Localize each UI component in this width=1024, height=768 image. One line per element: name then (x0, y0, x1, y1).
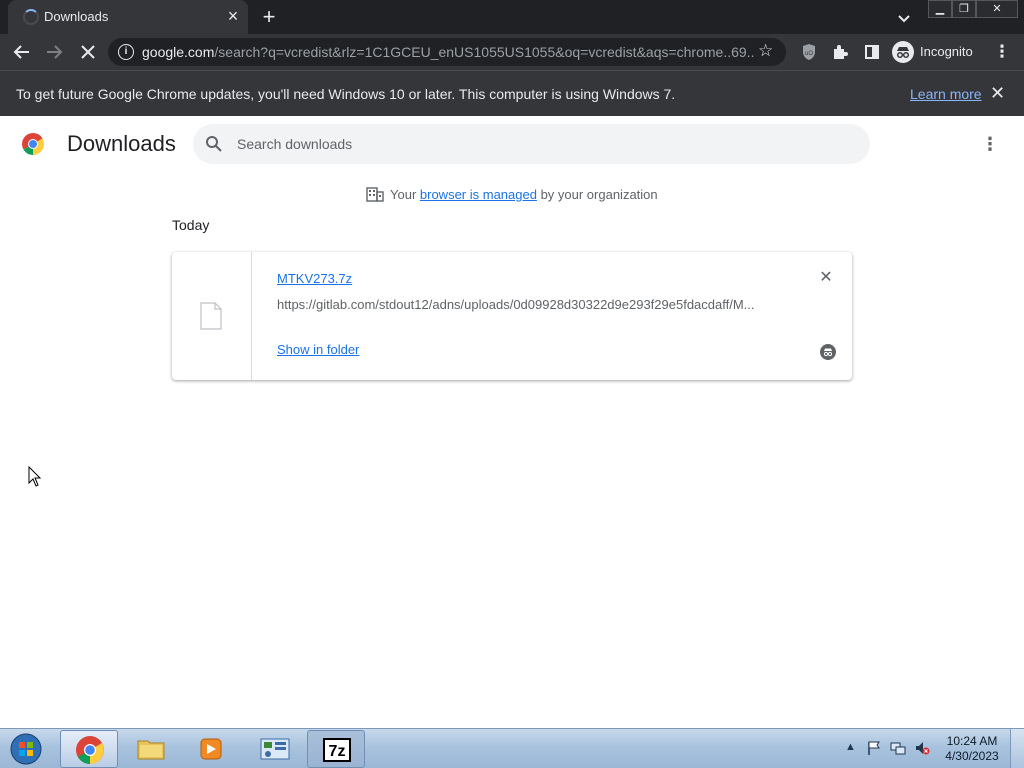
chrome-menu-button[interactable]: ⋮ (990, 40, 1014, 64)
remove-download-icon[interactable]: ✕ (816, 268, 836, 288)
profile-label: Incognito (920, 44, 973, 59)
close-icon (81, 45, 95, 59)
7zip-icon: 7z (323, 738, 351, 762)
taskbar-control-panel[interactable] (246, 730, 304, 768)
search-input[interactable] (237, 133, 837, 155)
search-icon (206, 136, 222, 152)
infobar-close-icon[interactable]: ✕ (990, 83, 1005, 104)
show-desktop-button[interactable] (1010, 729, 1024, 768)
building-icon (366, 187, 384, 202)
show-hidden-icons-icon[interactable]: ▲ (845, 741, 856, 753)
downloads-header: Downloads ⋮ (0, 116, 1024, 172)
download-item: MTKV273.7z https://gitlab.com/stdout12/a… (172, 252, 852, 380)
file-name-link[interactable]: MTKV273.7z (277, 271, 352, 286)
extension-ublock-button[interactable]: uO (797, 40, 821, 64)
clock-date: 4/30/2023 (945, 749, 999, 763)
file-icon (200, 302, 222, 330)
stop-loading-button[interactable] (76, 40, 100, 64)
browser-toolbar: i google.com/search?q=vcredist&rlz=1C1GC… (0, 34, 1024, 70)
tab-title: Downloads (44, 9, 109, 24)
close-window-button[interactable]: ✕ (976, 0, 1018, 18)
windows-start-orb-icon (10, 733, 42, 765)
action-center-flag-icon[interactable] (866, 740, 882, 756)
infobar-message: To get future Google Chrome updates, you… (16, 86, 676, 102)
page-title: Downloads (67, 131, 176, 156)
arrow-left-icon (13, 45, 29, 59)
tab-downloads[interactable]: Downloads × (8, 0, 248, 34)
forward-button[interactable] (42, 40, 66, 64)
file-source-url[interactable]: https://gitlab.com/stdout12/adns/uploads… (277, 297, 777, 312)
taskbar-7zip[interactable]: 7z (307, 730, 365, 768)
show-in-folder-link[interactable]: Show in folder (277, 342, 359, 357)
incognito-icon (892, 41, 914, 63)
download-icon-area (172, 252, 252, 380)
control-panel-icon (260, 738, 290, 760)
back-button[interactable] (10, 40, 34, 64)
puzzle-icon (834, 45, 848, 59)
arrow-right-icon (47, 45, 63, 59)
windows-taskbar: 7z ▲ 10:24 AM 4/30/2023 (0, 728, 1024, 768)
url-host: google.com (142, 44, 215, 60)
url-text[interactable]: google.com/search?q=vcredist&rlz=1C1GCEU… (142, 44, 754, 60)
start-button[interactable] (6, 730, 46, 768)
media-player-icon (200, 738, 222, 760)
chrome-logo-icon (22, 133, 44, 155)
svg-text:uO: uO (805, 51, 813, 57)
loading-spinner-icon (23, 9, 39, 25)
bookmark-star-icon[interactable]: ☆ (758, 41, 773, 61)
managed-notice: Your browser is managed by your organiza… (366, 186, 658, 202)
new-tab-button[interactable]: + (256, 4, 282, 30)
taskbar-media-player[interactable] (182, 730, 240, 768)
date-group-label: Today (172, 217, 210, 233)
tab-strip: Downloads × + ▁ ❐ ✕ (0, 0, 1024, 34)
shield-icon: uO (803, 44, 815, 60)
info-icon[interactable]: i (118, 44, 134, 60)
mouse-cursor-icon (28, 466, 42, 487)
chevron-down-icon (898, 15, 910, 23)
managed-prefix: Your (390, 187, 420, 202)
update-infobar: To get future Google Chrome updates, you… (0, 70, 1024, 116)
minimize-button[interactable]: ▁ (928, 0, 952, 18)
search-box[interactable] (193, 124, 870, 164)
volume-muted-icon[interactable] (914, 740, 930, 756)
managed-suffix: by your organization (536, 187, 658, 202)
tab-close-icon[interactable]: × (222, 5, 244, 27)
network-icon[interactable] (890, 740, 906, 756)
learn-more-link[interactable]: Learn more (910, 86, 982, 102)
restore-button[interactable]: ❐ (952, 0, 976, 18)
folder-icon (137, 740, 165, 760)
taskbar-file-explorer[interactable] (122, 730, 180, 768)
extensions-button[interactable] (828, 40, 852, 64)
tab-search-button[interactable] (893, 7, 915, 29)
system-clock[interactable]: 10:24 AM 4/30/2023 (940, 734, 1004, 764)
incognito-badge-icon (820, 344, 836, 360)
more-actions-button[interactable]: ⋮ (980, 132, 1000, 156)
side-panel-icon (865, 45, 879, 59)
address-bar[interactable]: i google.com/search?q=vcredist&rlz=1C1GC… (108, 38, 786, 66)
browser-managed-link[interactable]: browser is managed (420, 187, 537, 202)
side-panel-button[interactable] (860, 40, 884, 64)
taskbar-chrome[interactable] (60, 730, 118, 768)
clock-time: 10:24 AM (946, 734, 998, 748)
chrome-icon (76, 736, 104, 764)
incognito-profile-button[interactable]: Incognito (890, 39, 981, 65)
svg-text:7z: 7z (329, 743, 346, 760)
url-path: /search?q=vcredist&rlz=1C1GCEU_enUS1055U… (214, 44, 754, 60)
